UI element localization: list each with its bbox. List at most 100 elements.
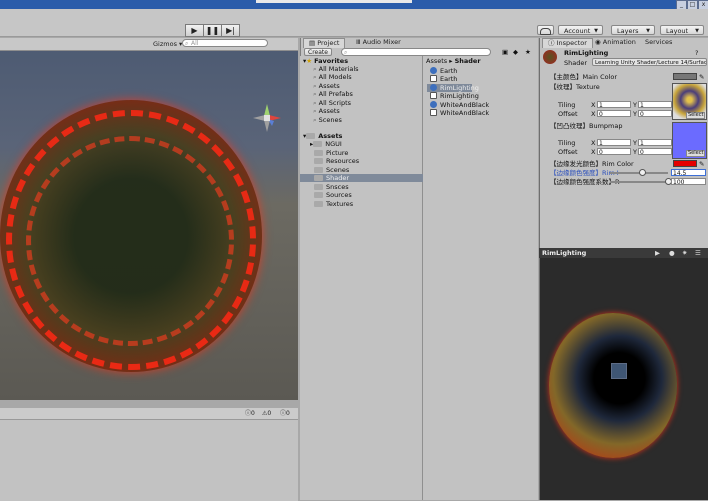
rim-power-slider-handle[interactable] — [638, 169, 646, 176]
warning-count-toggle[interactable]: ⚠0 — [262, 410, 271, 418]
help-icon[interactable]: ? — [695, 49, 698, 57]
bump-offset-y-field[interactable]: 0 — [638, 148, 672, 156]
layers-label: Layers — [617, 27, 639, 35]
eyedropper-icon[interactable]: ✎ — [699, 160, 704, 168]
folder-label: Shader — [326, 174, 350, 182]
shader-dropdown[interactable]: Learning Unity Shader/Lecture 14/Surfac — [592, 58, 707, 66]
scene-view[interactable] — [0, 38, 298, 400]
favorites-header[interactable]: ▾★ Favorites — [303, 57, 348, 65]
bump-offset-x-field[interactable]: 0 — [597, 148, 631, 156]
list-item[interactable]: Snsces — [314, 183, 349, 191]
filter-by-label-icon[interactable]: ◆ — [513, 48, 518, 56]
bump-tiling-x-field[interactable]: 1 — [597, 139, 631, 147]
console-toolbar: ⓘ0 ⚠0 ⓘ0 — [0, 408, 298, 420]
eyedropper-icon[interactable]: ✎ — [699, 73, 704, 81]
list-item[interactable]: Scenes — [314, 166, 349, 174]
star-icon[interactable]: ★ — [525, 48, 531, 56]
rim-power-field[interactable]: 14.5 — [671, 169, 706, 177]
breadcrumb-leaf[interactable]: Shader — [455, 57, 481, 65]
list-item[interactable]: Sources — [314, 191, 352, 199]
material-preview-panel[interactable] — [539, 248, 708, 500]
star-icon: ★ — [306, 57, 313, 65]
rim-color-swatch[interactable] — [673, 160, 697, 167]
bump-tiling-y-field[interactable]: 1 — [638, 139, 672, 147]
layers-dropdown[interactable]: Layers ▼ — [611, 25, 655, 35]
list-item[interactable]: ⌕ Assets — [313, 82, 340, 90]
list-item[interactable]: WhiteAndBlack — [430, 109, 489, 117]
tab-audio-label: Audio Mixer — [362, 38, 401, 46]
breadcrumb-root[interactable]: Assets — [426, 57, 447, 65]
list-item[interactable]: Earth — [430, 75, 457, 83]
x-label: X — [591, 139, 596, 147]
gizmos-dropdown[interactable]: Gizmos ▾ — [153, 40, 182, 48]
scene-search-input[interactable]: ⌕ All — [182, 39, 268, 47]
file-label: WhiteAndBlack — [440, 109, 490, 117]
rim-amount-slider-track[interactable] — [610, 181, 668, 183]
list-item[interactable]: ⌕ All Materials — [313, 65, 359, 73]
tab-project[interactable]: ▤ Project — [303, 38, 346, 48]
main-color-swatch[interactable] — [673, 73, 697, 80]
list-item[interactable]: ⌕ Scenes — [313, 116, 342, 124]
sphere-icon[interactable]: ● — [669, 249, 675, 257]
project-tab-icon: ▤ — [309, 39, 318, 47]
x-label: X — [591, 148, 596, 156]
list-item[interactable]: Picture — [314, 149, 348, 157]
file-label: RimLighting — [440, 84, 479, 92]
layout-dropdown[interactable]: Layout ▼ — [660, 25, 704, 35]
create-dropdown[interactable]: Create ▾ — [304, 48, 332, 64]
file-label: Earth — [440, 67, 458, 75]
list-item[interactable]: ⌕ All Models — [313, 73, 352, 81]
list-item[interactable]: ▸ NGUI — [310, 140, 342, 148]
list-item[interactable]: Resources — [314, 157, 359, 165]
material-icon — [430, 101, 437, 108]
tex-tiling-y-field[interactable]: 1 — [638, 101, 672, 109]
axis-gizmo-icon[interactable] — [250, 102, 281, 132]
folder-label: Scenes — [326, 166, 350, 174]
cloud-button[interactable] — [537, 25, 554, 35]
list-item-selected[interactable]: RimLighting — [427, 84, 479, 92]
info-count-toggle[interactable]: ⓘ0 — [245, 410, 255, 418]
tex-tiling-label: Tiling — [558, 101, 576, 109]
search-icon: ⌕ — [313, 65, 317, 73]
account-dropdown[interactable]: Account ▼ — [558, 25, 603, 35]
bumpmap-select-button[interactable]: Select — [686, 150, 706, 157]
x-label: X — [591, 110, 596, 118]
list-item[interactable]: RimLighting — [430, 92, 479, 100]
play-icon[interactable]: ▶ — [655, 249, 660, 257]
tab-audio-mixer[interactable]: Ⅲ Audio Mixer — [351, 38, 406, 47]
list-item[interactable]: Earth — [430, 67, 457, 75]
preview-sphere-render — [549, 313, 677, 458]
step-button[interactable]: ▶| — [221, 24, 240, 37]
list-item[interactable]: ⌕ Assets — [313, 107, 340, 115]
pause-button[interactable]: ❚❚ — [203, 24, 222, 37]
tex-offset-x-field[interactable]: 0 — [597, 110, 631, 118]
project-search-input[interactable]: ⌕ — [341, 48, 491, 56]
error-count-toggle[interactable]: ⓘ0 — [280, 410, 290, 418]
tex-offset-y-field[interactable]: 0 — [638, 110, 672, 118]
file-label: RimLighting — [440, 92, 479, 100]
list-item[interactable]: ⌕ All Prefabs — [313, 90, 353, 98]
tab-services[interactable]: Services — [640, 38, 677, 47]
console-panel[interactable] — [0, 408, 298, 501]
assets-header[interactable]: ▾ Assets — [303, 132, 342, 140]
list-item[interactable]: Textures — [314, 200, 353, 208]
menu-icon[interactable]: ☰ — [695, 249, 701, 257]
rim-color-label: 【边缘发光颜色】Rim Color — [550, 160, 634, 168]
top-toolbar — [0, 9, 708, 23]
rim-power-label: 【边缘颜色强度】Rim I — [550, 169, 619, 177]
tex-tiling-x-field[interactable]: 1 — [597, 101, 631, 109]
rim-amount-field[interactable]: 100 — [671, 178, 706, 186]
play-button[interactable]: ▶ — [185, 24, 204, 37]
list-item-selected[interactable]: Shader — [300, 174, 431, 182]
tab-animation[interactable]: ◉ Animation — [590, 38, 641, 47]
filter-by-type-icon[interactable]: ▣ — [502, 48, 508, 56]
bumpmap-label: 【凹凸纹理】Bumpmap — [550, 122, 623, 130]
list-item[interactable]: ⌕ All Scripts — [313, 99, 351, 107]
light-icon[interactable]: ✷ — [682, 249, 687, 257]
texture-select-button[interactable]: Select — [686, 112, 706, 119]
folder-icon — [314, 201, 323, 207]
tab-inspector[interactable]: ⓘ Inspector — [542, 38, 593, 48]
window-title-bar: _ □ x — [0, 0, 708, 10]
folder-icon — [314, 175, 323, 181]
list-item[interactable]: WhiteAndBlack — [430, 101, 489, 109]
